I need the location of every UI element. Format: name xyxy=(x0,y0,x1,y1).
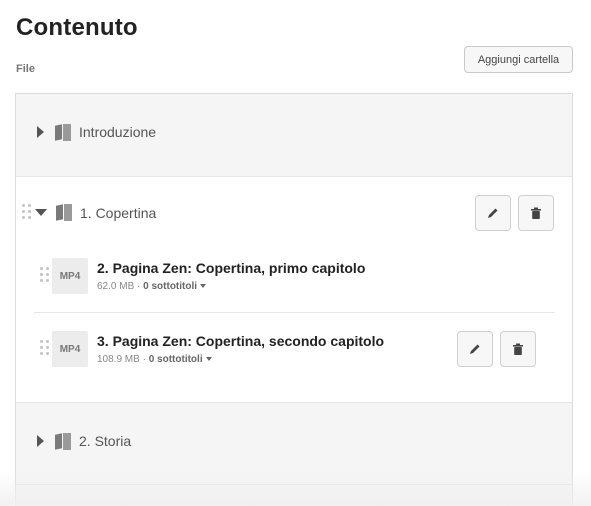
folder-title: 1. Copertina xyxy=(80,205,157,221)
chevron-down-icon[interactable] xyxy=(200,284,207,289)
book-icon xyxy=(56,204,72,221)
delete-file-button[interactable] xyxy=(500,331,536,367)
chevron-down-icon[interactable] xyxy=(205,357,212,362)
pencil-icon xyxy=(470,344,480,354)
pencil-icon xyxy=(488,208,498,218)
divider xyxy=(34,312,555,313)
folder-row-storia[interactable]: 2. Storia xyxy=(16,423,572,459)
meta-separator: · xyxy=(142,354,146,365)
book-icon xyxy=(55,123,71,141)
drag-handle-icon[interactable] xyxy=(40,340,49,355)
subtitles-dropdown[interactable]: 0 sottotitoli xyxy=(143,281,197,292)
mp4-thumbnail: MP4 xyxy=(52,258,88,294)
caret-right-icon[interactable] xyxy=(37,126,44,138)
caret-down-icon[interactable] xyxy=(35,209,47,216)
edit-file-button[interactable] xyxy=(457,331,493,367)
bottom-fade xyxy=(0,470,591,506)
subtitles-dropdown[interactable]: 0 sottotitoli xyxy=(149,354,203,365)
drag-handle-icon[interactable] xyxy=(40,267,49,282)
file-size: 108.9 MB xyxy=(97,354,140,365)
page-title: Contenuto xyxy=(16,14,138,41)
folder-row-introduzione[interactable]: Introduzione xyxy=(16,114,572,150)
file-meta: 62.0 MB · 0 sottotitoli xyxy=(97,281,207,292)
folder-title: Introduzione xyxy=(79,124,157,140)
edit-folder-button[interactable] xyxy=(475,195,511,231)
add-folder-button[interactable]: Aggiungi cartella xyxy=(464,46,573,73)
file-title: 2. Pagina Zen: Copertina, primo capitolo xyxy=(97,260,366,276)
delete-folder-button[interactable] xyxy=(518,195,554,231)
drag-handle-icon[interactable] xyxy=(22,204,31,219)
file-title: 3. Pagina Zen: Copertina, secondo capito… xyxy=(97,333,385,349)
trash-icon xyxy=(513,343,523,355)
trash-icon xyxy=(531,207,541,219)
meta-separator: · xyxy=(137,281,141,292)
folder-expanded-copertina: 1. Copertina MP4 2. Pagina Zen: Copertin… xyxy=(16,176,572,403)
file-size: 62.0 MB xyxy=(97,281,135,292)
content-panel: Introduzione 1. Copertina MP4 2. Pagina … xyxy=(15,93,573,506)
section-label-file: File xyxy=(16,63,35,75)
mp4-thumbnail: MP4 xyxy=(52,331,88,367)
caret-right-icon[interactable] xyxy=(37,435,44,447)
folder-title: 2. Storia xyxy=(79,433,132,449)
book-icon xyxy=(55,432,71,450)
file-meta: 108.9 MB · 0 sottotitoli xyxy=(97,354,212,365)
